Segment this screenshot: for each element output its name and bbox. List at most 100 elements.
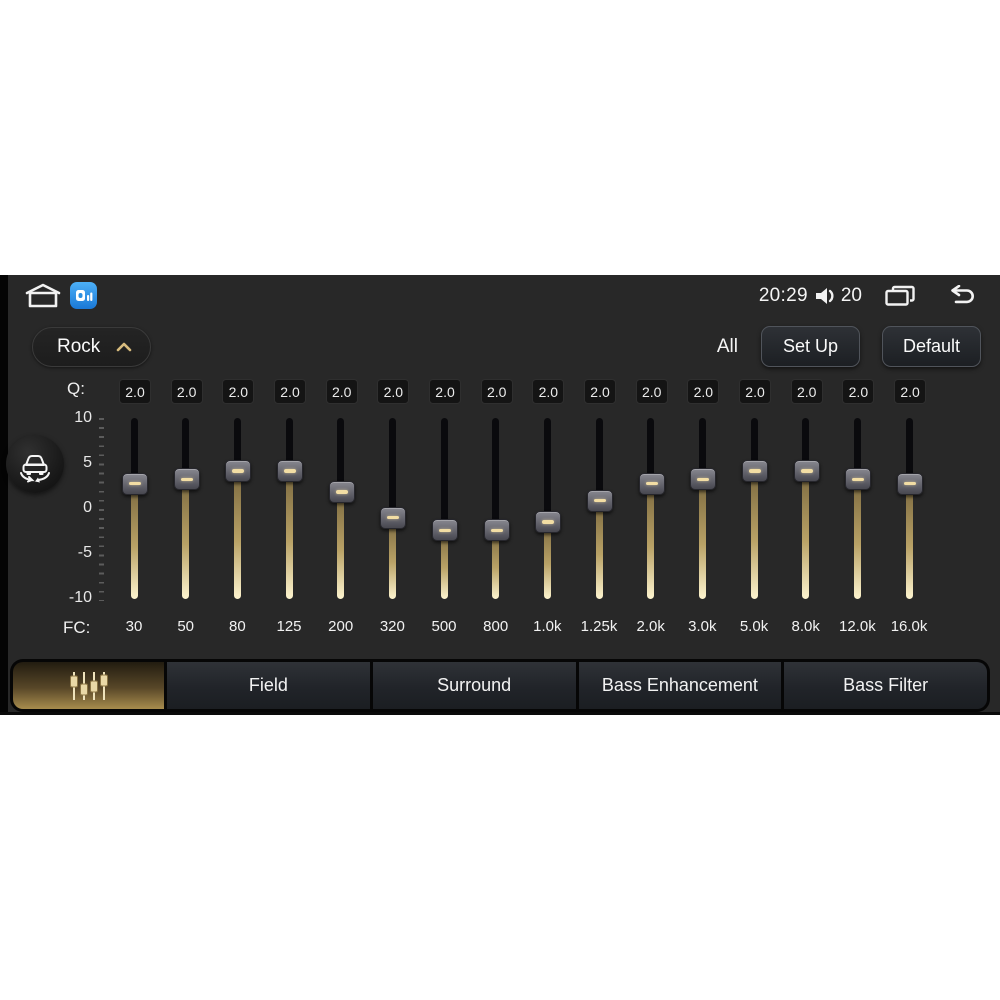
gain-scale-label: -5 [77,544,92,561]
head-unit-screen: 20:29 20 Rock All Set Up Default Q: FC: … [0,275,1000,715]
eq-band-column: 2.0 80 [211,379,263,645]
clock: 20:29 [758,285,808,306]
eq-slider-handle[interactable] [173,468,200,491]
q-value-box[interactable]: 2.0 [532,379,565,404]
home-icon [25,283,61,308]
eq-slider-handle[interactable] [535,510,562,533]
tab-equalizer[interactable] [13,662,164,709]
eq-slider-fill [802,469,810,599]
eq-slider-handle[interactable] [742,459,769,482]
eq-band-column: 2.0 1.25k [573,379,625,645]
tab-field[interactable]: Field [167,662,370,709]
handle-grip-mark [749,469,762,473]
q-value-box[interactable]: 2.0 [894,379,927,404]
handle-grip-mark [129,481,141,486]
preset-name: Rock [57,336,101,357]
eq-slider-handle[interactable] [122,472,148,495]
eq-slider-fill [130,482,138,599]
q-value-box[interactable]: 2.0 [480,379,513,404]
q-value-box[interactable]: 2.0 [274,379,306,404]
q-value-box[interactable]: 2.0 [119,379,151,404]
dsp-tab-bar: Field Surround Bass Enhancement Bass Filter [10,659,990,712]
q-value-box[interactable]: 2.0 [635,379,668,404]
screen-bezel-bottom [0,712,1000,715]
eq-slider-fill [750,469,758,599]
handle-grip-mark [387,515,400,520]
eq-band-column: 2.0 50 [160,379,212,645]
handle-grip-mark [904,481,917,486]
eq-slider-handle[interactable] [225,459,252,482]
audio-app-icon [75,289,92,301]
eq-slider-handle[interactable] [690,468,717,491]
eq-slider-fill [337,491,345,599]
volume-level: 20 [840,285,862,306]
handle-grip-mark [697,477,710,481]
q-value-box[interactable]: 2.0 [325,379,358,404]
tab-label: Bass Enhancement [601,675,758,695]
tab-label: Field [248,675,288,695]
eq-band-column: 2.0 5.0k [728,379,780,645]
eq-band-column: 2.0 1.0k [521,379,573,645]
back-icon[interactable] [946,285,976,307]
default-button[interactable]: Default [882,326,981,367]
q-value-box[interactable]: 2.0 [170,379,203,404]
eq-slider-handle[interactable] [587,489,614,512]
eq-band-column: 2.0 2.0k [625,379,677,645]
tab-bass-enhancement[interactable]: Bass Enhancement [578,662,782,709]
eq-slider-fill [233,469,241,599]
eq-band-column: 2.0 12.0k [831,379,883,645]
eq-slider-fill [647,482,655,599]
preset-selector[interactable]: Rock [32,327,151,367]
tab-bass-filter[interactable]: Bass Filter [784,662,987,709]
eq-band-column: 2.0 125 [263,379,315,645]
eq-slider-handle[interactable] [483,519,510,542]
q-value-box[interactable]: 2.0 [790,379,823,404]
setup-button[interactable]: Set Up [761,326,860,367]
gain-scale-label: -10 [68,589,92,606]
eq-slider-fill [182,478,190,599]
eq-band-column: 2.0 16.0k [883,379,935,645]
home-button[interactable] [24,283,62,309]
handle-grip-mark [852,477,865,481]
eq-slider-handle[interactable] [845,468,872,491]
gain-scale-label: 5 [83,454,92,471]
q-value-box[interactable]: 2.0 [739,379,772,404]
eq-slider-fill [853,478,861,599]
handle-grip-mark [439,528,452,532]
eq-slider-fill [388,516,396,599]
eq-slider-handle[interactable] [897,472,924,495]
q-value-box[interactable]: 2.0 [429,379,462,404]
eq-slider-handle[interactable] [793,459,820,482]
eq-band-column: 2.0 30 [108,379,160,645]
eq-slider-fill [905,482,913,599]
eq-band-column: 2.0 3.0k [676,379,728,645]
eq-slider-fill [595,499,603,599]
eq-slider-handle[interactable] [638,472,665,495]
q-value-box[interactable]: 2.0 [687,379,720,404]
handle-grip-mark [800,469,813,473]
eq-slider-handle[interactable] [380,506,407,529]
tab-label: Surround [437,675,512,695]
tab-label: Bass Filter [843,675,929,695]
eq-slider-handle[interactable] [328,481,355,503]
speaker-icon[interactable] [815,286,837,306]
gain-scale-label: 0 [83,499,92,516]
tab-surround[interactable]: Surround [372,662,576,709]
eq-band-column: 2.0 8.0k [780,379,832,645]
audio-app-button[interactable] [70,282,97,309]
q-value-box[interactable]: 2.0 [584,379,617,404]
all-label[interactable]: All [717,336,738,358]
eq-band-column: 2.0 800 [470,379,522,645]
q-value-box[interactable]: 2.0 [842,379,875,404]
status-bar: 20:29 20 [0,280,1000,312]
eq-band-column: 2.0 500 [418,379,470,645]
band-frequency-label: 16.0k [890,618,928,635]
eq-slider-handle[interactable] [277,459,303,482]
eq-band-column: 2.0 320 [366,379,418,645]
q-value-box[interactable]: 2.0 [222,379,255,404]
handle-grip-mark [594,498,607,503]
recent-apps-icon[interactable] [884,284,916,308]
eq-slider-handle[interactable] [432,519,459,542]
handle-grip-mark [232,469,245,473]
q-value-box[interactable]: 2.0 [377,379,410,404]
